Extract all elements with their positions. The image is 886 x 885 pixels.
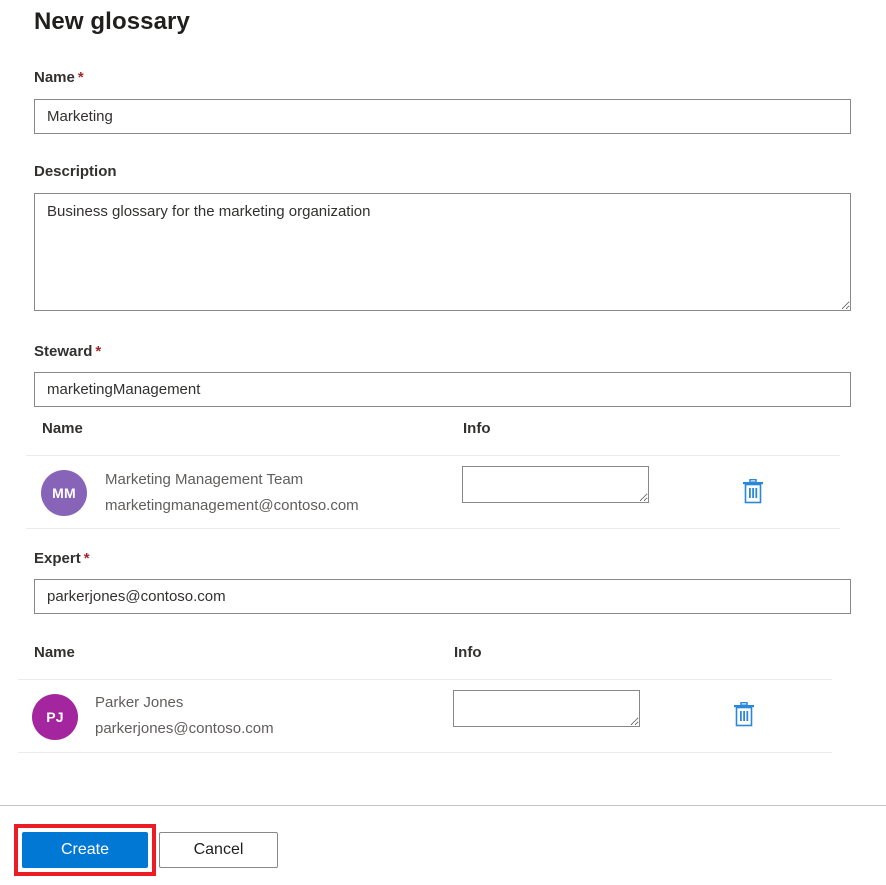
new-glossary-panel: New glossary Name* Description Steward* … <box>0 0 886 885</box>
steward-input[interactable] <box>34 372 851 407</box>
avatar: MM <box>41 470 87 516</box>
avatar-initials: MM <box>52 485 76 501</box>
description-textarea[interactable] <box>34 193 851 311</box>
steward-table-header-info: Info <box>463 420 491 437</box>
trash-icon <box>741 479 765 505</box>
description-field-label: Description <box>34 163 117 180</box>
steward-person-email: marketingmanagement@contoso.com <box>105 497 359 514</box>
steward-label-text: Steward <box>34 343 92 360</box>
name-field-label: Name* <box>34 69 84 86</box>
steward-table-header-name: Name <box>42 420 83 437</box>
name-label-text: Name <box>34 69 75 86</box>
footer-divider <box>0 805 886 806</box>
name-required-asterisk: * <box>78 69 84 86</box>
expert-table-header-rule <box>18 679 832 680</box>
avatar-initials: PJ <box>46 709 64 725</box>
trash-icon <box>732 702 756 728</box>
avatar: PJ <box>32 694 78 740</box>
page-title: New glossary <box>34 8 190 36</box>
expert-row-bottom-rule <box>18 752 832 753</box>
expert-input[interactable] <box>34 579 851 614</box>
name-input[interactable] <box>34 99 851 134</box>
expert-person-email: parkerjones@contoso.com <box>95 720 274 737</box>
expert-table-header-name: Name <box>34 644 75 661</box>
expert-required-asterisk: * <box>84 550 90 567</box>
create-button[interactable]: Create <box>22 832 148 868</box>
cancel-button[interactable]: Cancel <box>159 832 278 868</box>
steward-info-textarea[interactable] <box>462 466 649 503</box>
description-label-text: Description <box>34 163 117 180</box>
steward-person-name: Marketing Management Team <box>105 471 303 488</box>
steward-required-asterisk: * <box>95 343 101 360</box>
steward-table-header-rule <box>26 455 840 456</box>
expert-label-text: Expert <box>34 550 81 567</box>
steward-delete-button[interactable] <box>741 479 765 505</box>
expert-delete-button[interactable] <box>732 702 756 728</box>
steward-field-label: Steward* <box>34 343 101 360</box>
steward-row-bottom-rule <box>26 528 840 529</box>
expert-field-label: Expert* <box>34 550 90 567</box>
expert-table-header-info: Info <box>454 644 482 661</box>
expert-person-name: Parker Jones <box>95 694 183 711</box>
expert-info-textarea[interactable] <box>453 690 640 727</box>
